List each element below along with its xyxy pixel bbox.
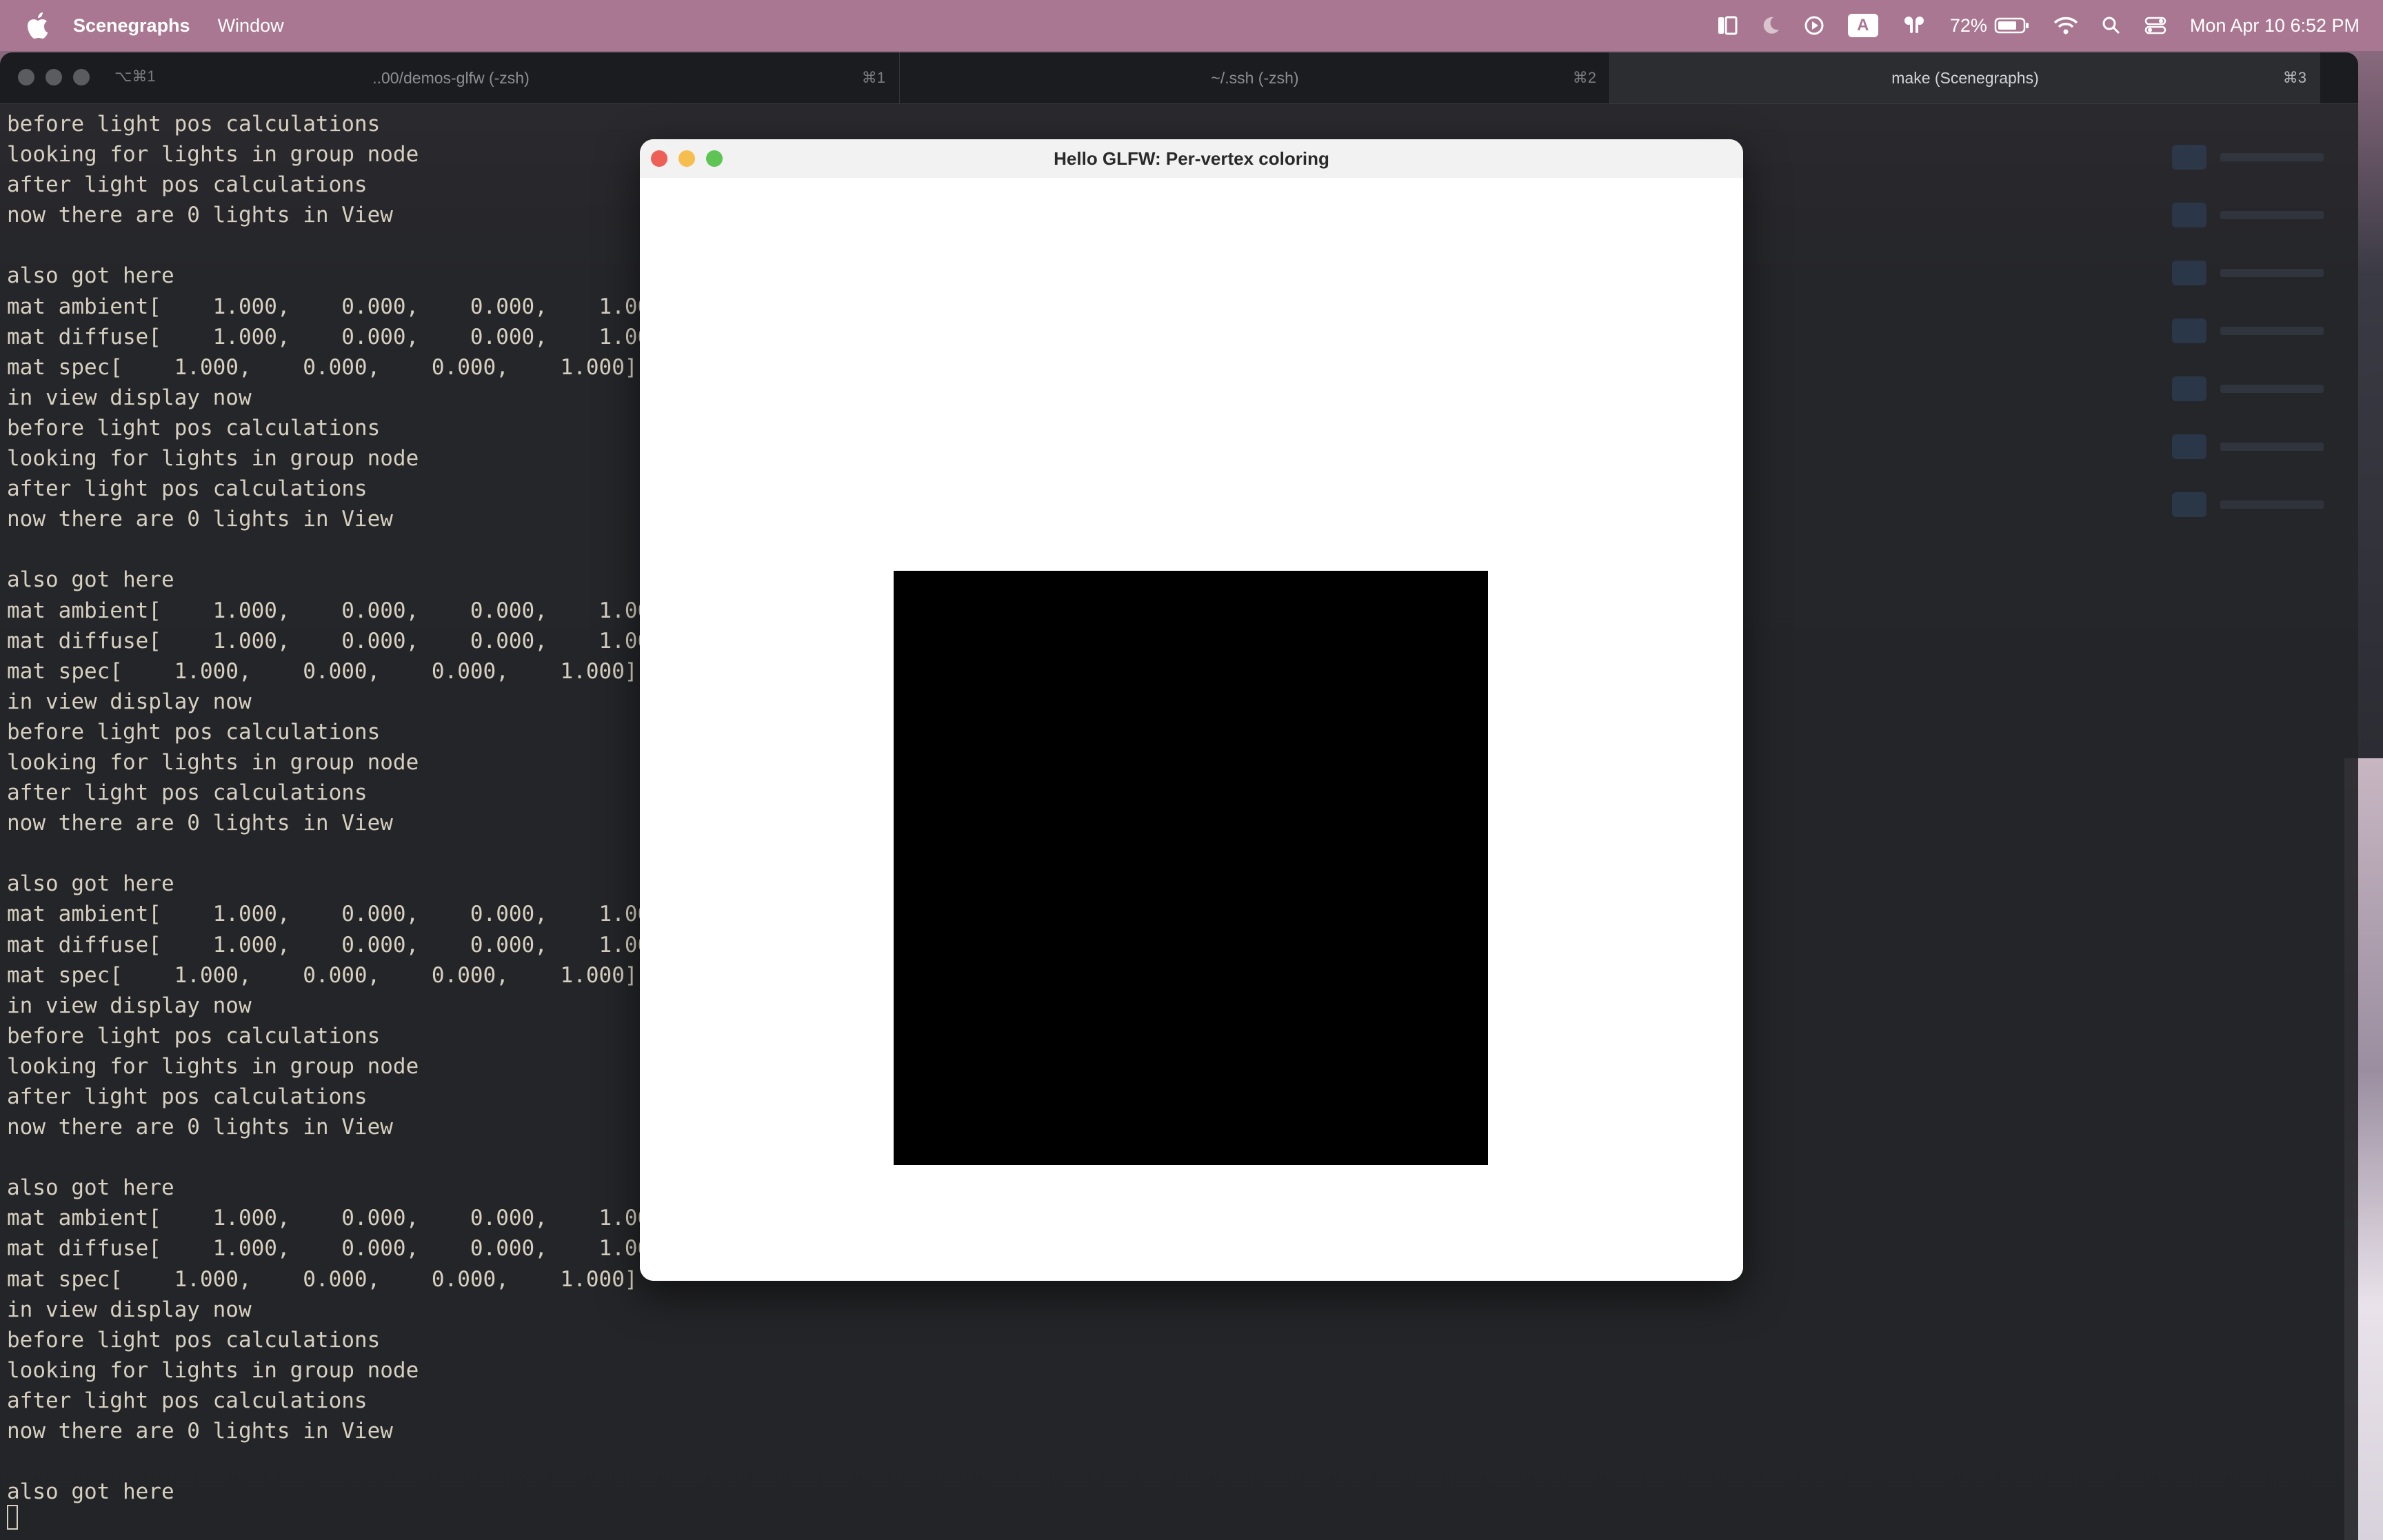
- control-center-icon[interactable]: [2144, 12, 2166, 39]
- battery-status[interactable]: 72%: [1950, 15, 2030, 37]
- zoom-icon[interactable]: [73, 69, 90, 85]
- input-source-icon[interactable]: A: [1847, 12, 1878, 39]
- app-name-menu[interactable]: Scenegraphs: [73, 15, 190, 37]
- tab-shortcut: ⌘2: [1572, 69, 1596, 86]
- tab-ssh[interactable]: ~/.ssh (-zsh) ⌘2: [899, 52, 1610, 103]
- input-source-letter: A: [1847, 14, 1878, 37]
- window-title: Hello GLFW: Per-vertex coloring: [1054, 148, 1329, 169]
- play-icon[interactable]: [1804, 12, 1824, 39]
- minimize-icon[interactable]: [46, 69, 62, 85]
- rendered-square: [894, 571, 1488, 1165]
- tab-label: make (Scenegraphs): [1891, 68, 2039, 87]
- tab-shortcut: ⌘1: [861, 69, 885, 86]
- tab-label: ..00/demos-glfw (-zsh): [372, 68, 530, 87]
- zoom-button[interactable]: [706, 150, 723, 167]
- background-window-sidebar: [2172, 128, 2331, 534]
- terminal-cursor: [7, 1505, 18, 1530]
- airpods-icon[interactable]: [1902, 12, 1927, 39]
- tab-label: ~/.ssh (-zsh): [1211, 68, 1299, 87]
- close-icon[interactable]: [18, 69, 34, 85]
- terminal-tab-bar: ⌥⌘1 ..00/demos-glfw (-zsh) ⌘1 ~/.ssh (-z…: [0, 52, 2358, 104]
- focus-moon-icon[interactable]: [1761, 12, 1780, 39]
- terminal-output[interactable]: before light pos calculations looking fo…: [7, 109, 641, 1522]
- battery-icon: [1994, 17, 2029, 34]
- window-shortcut: ⌥⌘1: [114, 68, 156, 85]
- tab-make-scenegraphs[interactable]: make (Scenegraphs) ⌘3: [1609, 52, 2320, 103]
- menubar-clock[interactable]: Mon Apr 10 6:52 PM: [2190, 15, 2360, 37]
- tab-shortcut: ⌘3: [2282, 69, 2306, 86]
- menu-bar: Scenegraphs Window A 72% Mon Apr 10 6:52…: [0, 0, 2383, 51]
- battery-percent: 72%: [1949, 14, 1987, 36]
- tab-demos-glfw[interactable]: ..00/demos-glfw (-zsh) ⌘1: [279, 52, 899, 103]
- stage-manager-icon[interactable]: [1717, 12, 1738, 39]
- close-button[interactable]: [651, 150, 667, 167]
- apple-icon[interactable]: [26, 12, 52, 39]
- window-menu[interactable]: Window: [218, 15, 284, 37]
- minimize-button[interactable]: [678, 150, 695, 167]
- render-canvas[interactable]: [640, 178, 1743, 1281]
- spotlight-search-icon[interactable]: [2102, 12, 2121, 39]
- glfw-window: Hello GLFW: Per-vertex coloring: [640, 139, 1743, 1281]
- glfw-title-bar[interactable]: Hello GLFW: Per-vertex coloring: [640, 139, 1743, 179]
- wifi-icon[interactable]: [2053, 12, 2078, 39]
